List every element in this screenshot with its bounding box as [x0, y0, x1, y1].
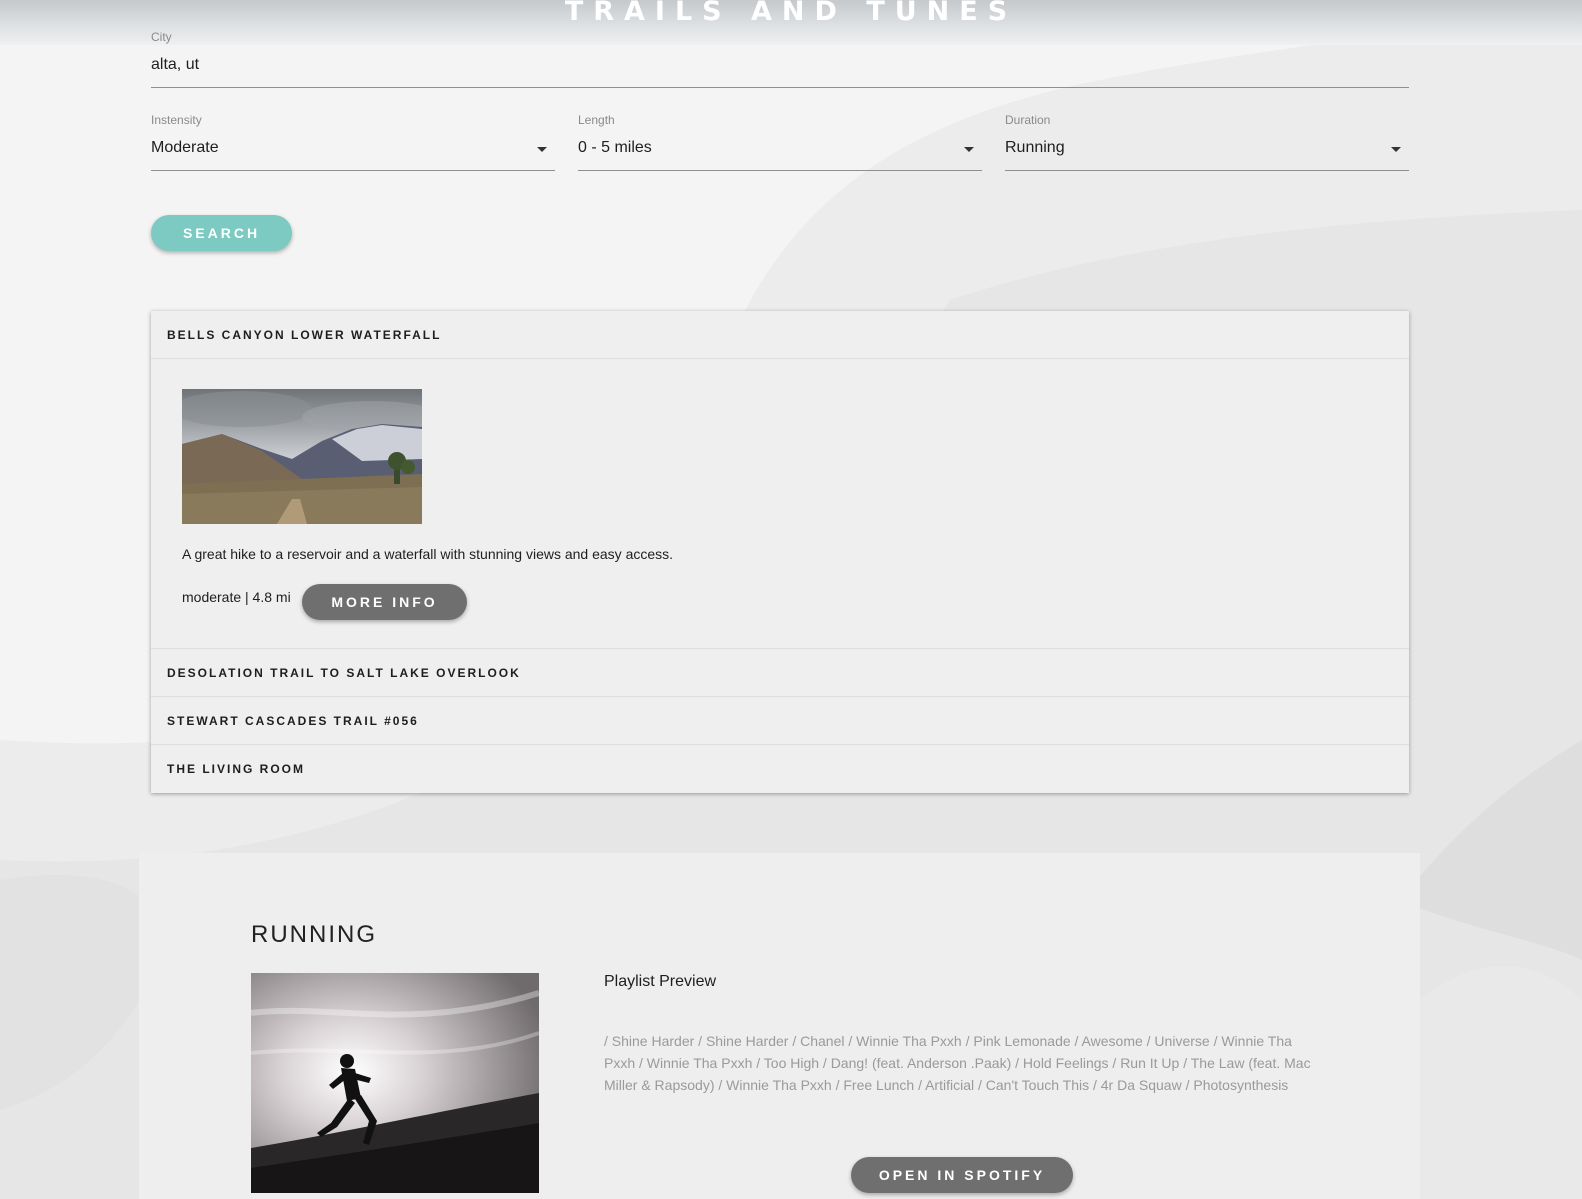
intensity-label: Instensity: [151, 113, 202, 127]
duration-select[interactable]: Duration Running: [1005, 110, 1409, 172]
duration-label: Duration: [1005, 113, 1051, 127]
app-title: TRAILS AND TUNES: [564, 0, 1018, 27]
more-info-button[interactable]: MORE INFO: [302, 584, 467, 620]
trail-photo: [182, 389, 422, 524]
playlist-cover-image: [251, 973, 539, 1193]
length-label: Length: [578, 113, 615, 127]
chevron-down-icon: [537, 147, 547, 152]
trail-description: A great hike to a reservoir and a waterf…: [182, 546, 674, 562]
app-header: TRAILS AND TUNES: [0, 0, 1582, 45]
playlist-card: RUNNING Playlist Preview / Shine Harder …: [139, 853, 1420, 1199]
trail-item-bells-canyon[interactable]: BELLS CANYON LOWER WATERFALL: [151, 311, 1409, 359]
search-button[interactable]: SEARCH: [151, 215, 292, 251]
city-label: City: [151, 30, 172, 44]
city-underline: [151, 87, 1409, 88]
length-value: 0 - 5 miles: [578, 139, 652, 156]
chevron-down-icon: [1391, 147, 1401, 152]
intensity-underline: [151, 170, 555, 171]
trail-item-desolation[interactable]: DESOLATION TRAIL TO SALT LAKE OVERLOOK: [151, 649, 1409, 697]
trail-results-list: BELLS CANYON LOWER WATERFALL A great hik…: [151, 311, 1409, 793]
trail-meta: moderate | 4.8 mi: [182, 589, 291, 605]
playlist-title: RUNNING: [251, 921, 377, 948]
open-in-spotify-button[interactable]: OPEN IN SPOTIFY: [851, 1157, 1073, 1193]
intensity-value: Moderate: [151, 139, 219, 156]
intensity-select[interactable]: Instensity Moderate: [151, 110, 555, 172]
trail-item-stewart-cascades[interactable]: STEWART CASCADES TRAIL #056: [151, 697, 1409, 745]
playlist-track-list: / Shine Harder / Shine Harder / Chanel /…: [604, 1033, 1311, 1093]
chevron-down-icon: [964, 147, 974, 152]
trail-item-living-room[interactable]: THE LIVING ROOM: [151, 745, 1409, 793]
playlist-preview-label: Playlist Preview: [604, 973, 717, 990]
city-input[interactable]: alta, ut: [151, 56, 199, 74]
length-select[interactable]: Length 0 - 5 miles: [578, 110, 982, 172]
duration-underline: [1005, 170, 1409, 171]
duration-value: Running: [1005, 139, 1065, 156]
length-underline: [578, 170, 982, 171]
